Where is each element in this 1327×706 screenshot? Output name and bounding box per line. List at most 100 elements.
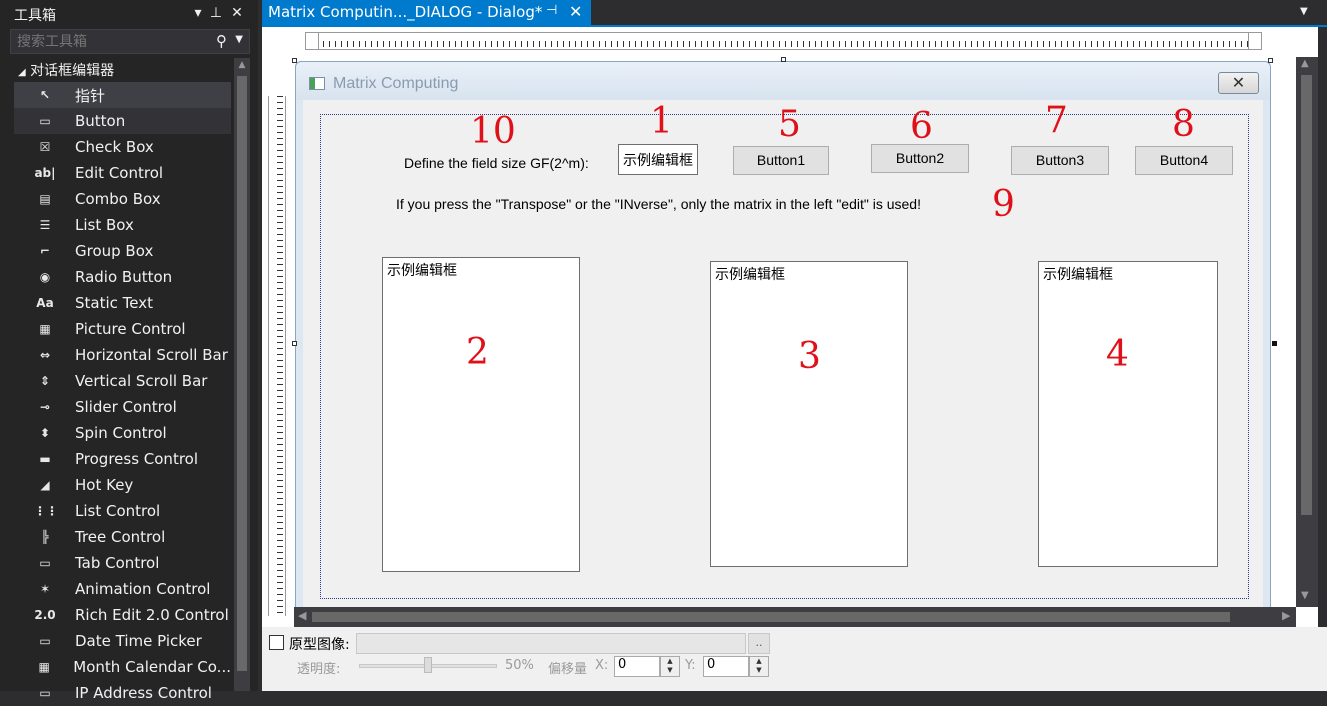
document-tab[interactable]: Matrix Computin..._DIALOG - Dialog* ⊣ ✕ (262, 0, 591, 27)
opacity-value: 50% (505, 658, 534, 673)
toolbox-search-input[interactable] (17, 32, 207, 51)
toolbox-item[interactable]: ⇔ Horizontal Scroll Bar (14, 342, 231, 368)
opacity-slider-thumb[interactable] (424, 657, 432, 673)
toolbox-item-label: Picture Control (75, 320, 186, 338)
prototype-image-path-field[interactable] (356, 633, 746, 654)
offset-x-spinner[interactable]: ▲ ▼ (660, 656, 680, 677)
canvas-horizontal-scrollbar-thumb[interactable] (312, 612, 1230, 622)
button4[interactable]: Button4 (1135, 146, 1233, 175)
offset-y-spinner[interactable]: ▲ ▼ (749, 656, 769, 677)
scroll-up-icon[interactable]: ▲ (236, 60, 248, 70)
toolbox-item-label: Group Box (75, 242, 154, 260)
resize-handle[interactable] (292, 341, 297, 346)
annotation-number: 6 (910, 106, 933, 147)
toolbox-item-label: Combo Box (75, 190, 161, 208)
toolbox-item[interactable]: ☒ Check Box (14, 134, 231, 160)
toolbox-item[interactable]: ▭ IP Address Control (14, 680, 231, 706)
slider-control-icon: ⊸ (39, 400, 51, 414)
pin-icon[interactable]: ⊥ (208, 5, 224, 21)
toolbox-item[interactable]: ⌐ Group Box (14, 238, 231, 264)
close-icon[interactable]: ✕ (569, 2, 582, 21)
search-icon[interactable]: ⚲ (216, 32, 227, 50)
dialog-close-button[interactable]: ✕ (1218, 72, 1259, 94)
button2[interactable]: Button2 (871, 144, 969, 173)
toolbox-scrollbar-thumb[interactable] (237, 76, 247, 671)
scroll-down-icon[interactable]: ▼ (1301, 590, 1309, 601)
list-box-icon: ☰ (39, 218, 51, 232)
toolbox-item[interactable]: ⋮⋮ List Control (14, 498, 231, 524)
close-icon[interactable]: ✕ (229, 5, 245, 21)
toolbox-group-header[interactable]: ◢ 对话框编辑器 (18, 60, 114, 80)
matrix-edit-right[interactable]: 示例编辑框 (1038, 261, 1218, 567)
toolbox-item-label: Animation Control (75, 580, 211, 598)
button3[interactable]: Button3 (1011, 146, 1109, 175)
pointer-icon: ↖ (39, 88, 51, 102)
tree-control-icon: ╠ (41, 530, 49, 544)
toolbox-item[interactable]: ⇕ Vertical Scroll Bar (14, 368, 231, 394)
toolbox-item[interactable]: ⬍ Spin Control (14, 420, 231, 446)
toolbox-item[interactable]: ╠ Tree Control (14, 524, 231, 550)
toolbox-item[interactable]: ◉ Radio Button (14, 264, 231, 290)
hot-key-icon: ◢ (40, 478, 50, 492)
offset-y-input[interactable]: 0 (703, 656, 749, 677)
toolbox-item-label: 指针 (75, 86, 106, 105)
scroll-right-icon[interactable]: ▶ (1282, 609, 1290, 622)
ruler-guide-handle[interactable] (305, 32, 319, 50)
matrix-edit-middle[interactable]: 示例编辑框 (710, 261, 908, 567)
toolbox-item[interactable]: ▬ Progress Control (14, 446, 231, 472)
chevron-down-icon[interactable]: ▼ (235, 34, 243, 45)
toolbox-item[interactable]: 2.0 Rich Edit 2.0 Control (14, 602, 231, 628)
annotation-number: 1 (650, 101, 673, 142)
toolbox-item[interactable]: ☰ List Box (14, 212, 231, 238)
pin-icon[interactable]: ⊣ (546, 3, 557, 18)
toolbox-item[interactable]: ▭ Button (14, 108, 231, 134)
prototype-image-checkbox[interactable] (269, 635, 284, 650)
toolbox-item[interactable]: ◢ Hot Key (14, 472, 231, 498)
toolbox-item[interactable]: ▦ Month Calendar Co... (14, 654, 231, 680)
toolbox-item[interactable]: ▤ Combo Box (14, 186, 231, 212)
annotation-number: 10 (470, 111, 516, 152)
toolbox-item[interactable]: ab| Edit Control (14, 160, 231, 186)
resize-handle-active[interactable] (1272, 341, 1277, 346)
toolbox-item[interactable]: Aa Static Text (14, 290, 231, 316)
prototype-browse-button[interactable]: .. (748, 633, 770, 654)
toolbox-item-label: Static Text (75, 294, 153, 312)
toolbox-item[interactable]: ✶ Animation Control (14, 576, 231, 602)
collapse-triangle-icon[interactable]: ◢ (18, 67, 26, 78)
dropdown-icon[interactable]: ▾ (190, 5, 206, 21)
ip-address-icon: ▭ (39, 686, 51, 700)
resize-handle[interactable] (292, 58, 297, 63)
toolbox-item[interactable]: ▭ Tab Control (14, 550, 231, 576)
annotation-number: 5 (778, 104, 801, 145)
toolbox-item[interactable]: ▦ Picture Control (14, 316, 231, 342)
toolbox-item[interactable]: ⊸ Slider Control (14, 394, 231, 420)
toolbox-search-box[interactable]: ⚲ ▼ (10, 29, 250, 54)
toolbox-item-label: Tree Control (75, 528, 166, 546)
field-size-edit[interactable]: 示例编辑框 (618, 144, 698, 175)
toolbox-item-label: Edit Control (75, 164, 164, 182)
canvas-vertical-scrollbar-thumb[interactable] (1301, 75, 1312, 515)
resize-handle[interactable] (1268, 58, 1273, 63)
toolbox-item-label: IP Address Control (75, 684, 212, 702)
opacity-label: 透明度: (297, 662, 341, 677)
toolbox-item[interactable]: ↖ 指针 (14, 82, 231, 108)
document-tab-title[interactable]: Matrix Computin..._DIALOG - Dialog* (268, 3, 542, 21)
prototype-image-label: 原型图像: (289, 637, 350, 653)
matrix-edit-left[interactable]: 示例编辑框 (382, 257, 580, 572)
resize-handle[interactable] (781, 57, 786, 62)
month-calendar-icon: ▦ (38, 660, 50, 674)
scroll-up-icon[interactable]: ▲ (1301, 58, 1309, 69)
combo-box-icon: ▤ (39, 192, 51, 206)
ruler-guide-handle[interactable] (1248, 32, 1262, 50)
offset-x-input[interactable]: 0 (614, 656, 660, 677)
button1[interactable]: Button1 (733, 146, 829, 175)
toolbox-item-label: Hot Key (75, 476, 134, 494)
offset-x-label: X: (595, 658, 609, 673)
tab-overflow-chevron-icon[interactable]: ▼ (1300, 6, 1308, 17)
toolbox-item[interactable]: ▭ Date Time Picker (14, 628, 231, 654)
spin-control-icon: ⬍ (39, 426, 51, 440)
toolbox-item-label: Button (75, 112, 126, 130)
vertical-ruler[interactable] (268, 96, 286, 616)
horizontal-ruler[interactable] (305, 32, 1262, 50)
scroll-left-icon[interactable]: ◀ (298, 609, 306, 622)
